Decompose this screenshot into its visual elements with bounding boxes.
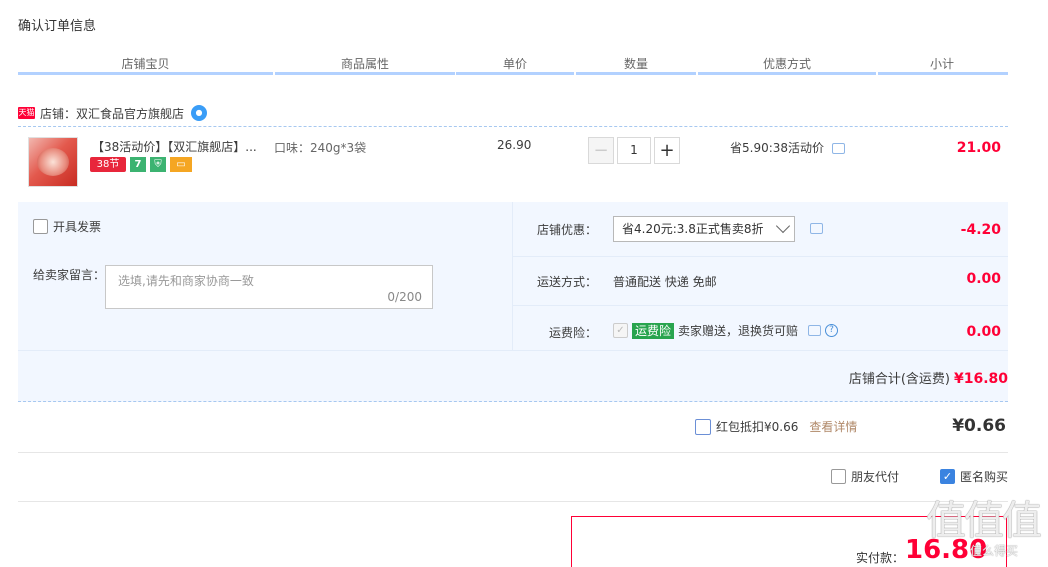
guarantee-shield-icon: ⛨ (150, 157, 166, 172)
shop-discount-value: -4.20 (960, 222, 1001, 238)
column-underline (456, 72, 574, 75)
anonymous-option[interactable]: ✓ 匿名购买 (940, 468, 1008, 485)
shop-discount-label: 店铺优惠： (537, 223, 598, 237)
message-placeholder: 选填,请先和商家协商一致 (118, 274, 254, 288)
divider (512, 202, 513, 350)
tmall-badge-icon: 天猫 (18, 107, 35, 119)
column-underline (698, 72, 876, 75)
item-subtotal: 21.00 (956, 140, 1001, 156)
insurance-checkbox: ✓ (613, 323, 628, 338)
decrease-quantity-button[interactable]: − (588, 137, 614, 164)
shipping-method: 普通配送 快递 免邮 (613, 275, 717, 289)
item-discount-text: 省5.90:38活动价 (730, 141, 825, 155)
friend-pay-option[interactable]: 朋友代付 (831, 468, 899, 485)
invoice-label: 开具发票 (53, 220, 102, 234)
view-details-link[interactable]: 查看详情 (809, 418, 857, 435)
column-underline (18, 72, 273, 75)
increase-quantity-button[interactable]: + (654, 137, 680, 164)
column-underline (878, 72, 1008, 75)
insurance-option: ✓ 运费险 卖家赠送，退换货可赔 ? (613, 322, 839, 339)
shop-total-value: ¥16.80 (953, 371, 1008, 387)
insurance-badge: 运费险 (632, 322, 675, 339)
insurance-text: 卖家赠送，退换货可赔 (678, 324, 799, 338)
message-counter: 0/200 (387, 290, 422, 304)
seller-message-input[interactable]: 选填,请先和商家协商一致 0/200 (105, 265, 433, 309)
shop-discount-selected: 省4.20元:3.8正式售卖8折 (622, 222, 764, 236)
watermark-caption: 值么得买 (969, 544, 1018, 558)
column-underline (275, 72, 455, 75)
column-header-item: 店铺宝贝 (121, 57, 170, 71)
product-title-link[interactable]: 【38活动价】【双汇旗舰店】... (92, 138, 257, 155)
anonymous-checkbox[interactable]: ✓ (940, 469, 955, 484)
redpack-option[interactable]: 红包抵扣¥0.66 查看详情 (695, 418, 857, 435)
chat-bubble-icon[interactable]: ● (191, 105, 208, 121)
redpack-label: 红包抵扣¥0.66 (716, 420, 799, 434)
help-question-icon[interactable]: ? (825, 324, 839, 337)
item-discount: 省5.90:38活动价 (730, 139, 845, 156)
divider (18, 501, 1008, 502)
friend-pay-label: 朋友代付 (851, 470, 900, 484)
product-attribute: 口味：240g*3袋 (274, 141, 367, 155)
seven-day-return-icon: 7 (130, 157, 146, 172)
quantity-stepper: − 1 + (588, 137, 680, 164)
product-tags: 38节 7 ⛨ ▭ (90, 157, 192, 172)
insurance-label: 运费险： (549, 326, 598, 340)
product-thumbnail[interactable] (28, 137, 78, 187)
column-header-price: 单价 (502, 57, 527, 71)
shipping-label: 运送方式： (537, 275, 598, 289)
chevron-down-icon (775, 218, 791, 234)
divider (18, 350, 1008, 351)
shop-name-link[interactable]: 店铺：双汇食品官方旗舰店 (40, 105, 184, 122)
column-header-subtotal: 小计 (929, 57, 954, 71)
message-label: 给卖家留言： (33, 268, 106, 282)
shop-row: 天猫 店铺：双汇食品官方旗舰店 ● (18, 103, 208, 123)
page-title: 确认订单信息 (18, 19, 97, 34)
column-header-discount: 优惠方式 (762, 57, 811, 71)
insurance-value: 0.00 (966, 324, 1001, 340)
unit-price: 26.90 (497, 138, 532, 152)
insurance-note-icon[interactable] (808, 325, 822, 336)
credit-card-icon: ▭ (170, 157, 192, 172)
divider (18, 452, 1008, 453)
divider (18, 401, 1008, 402)
column-header-quantity: 数量 (623, 57, 648, 71)
shop-total-label: 店铺合计(含运费) (848, 372, 950, 387)
friend-pay-checkbox[interactable] (831, 469, 846, 484)
discount-note-icon[interactable] (831, 143, 845, 154)
festival-38-tag-icon: 38节 (90, 157, 126, 172)
redpack-checkbox[interactable] (695, 418, 711, 435)
quantity-input[interactable]: 1 (617, 137, 651, 164)
invoice-option[interactable]: 开具发票 (33, 218, 101, 235)
anonymous-label: 匿名购买 (960, 470, 1009, 484)
watermark-logo: 值值值 (926, 498, 1042, 544)
shop-discount-select[interactable]: 省4.20元:3.8正式售卖8折 (613, 216, 795, 242)
discount-note-icon[interactable] (810, 223, 823, 234)
column-header-attribute: 商品属性 (340, 57, 389, 71)
invoice-checkbox[interactable] (33, 219, 48, 234)
divider (513, 305, 1008, 306)
redpack-value: ¥0.66 (952, 416, 1006, 436)
divider (513, 256, 1008, 257)
shipping-value: 0.00 (966, 271, 1001, 287)
shop-total: 店铺合计(含运费) ¥16.80 (849, 368, 1008, 387)
column-underline (576, 72, 696, 75)
payment-label: 实付款： (856, 551, 905, 565)
